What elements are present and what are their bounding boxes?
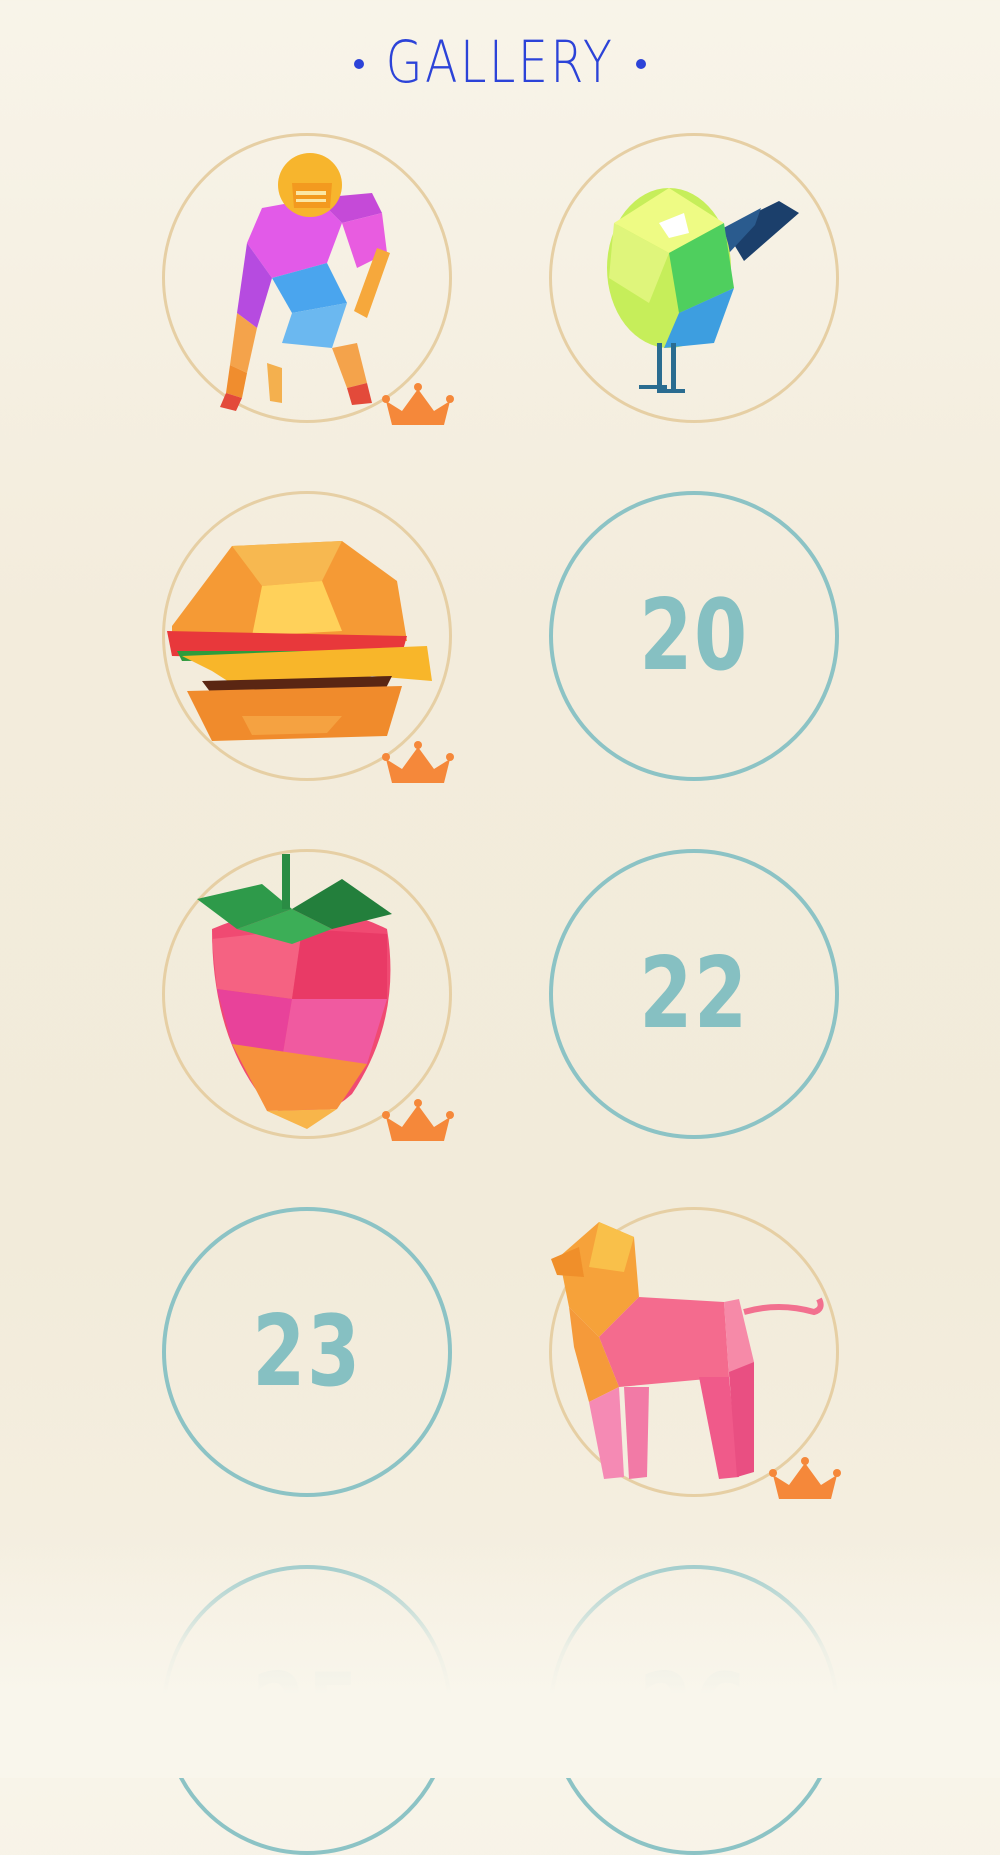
level-number: 23 — [252, 1295, 362, 1409]
level-tile-23[interactable]: 23 — [162, 1207, 452, 1497]
crown-icon — [382, 1099, 454, 1141]
page-title: GALLERY — [385, 28, 615, 96]
level-tile-20[interactable]: 20 — [549, 491, 839, 781]
crown-icon — [769, 1457, 841, 1499]
level-tile-football-player[interactable] — [162, 133, 454, 425]
level-tile-burger[interactable] — [162, 491, 454, 783]
level-tile-22[interactable]: 22 — [549, 849, 839, 1139]
level-tile-strawberry[interactable] — [162, 849, 454, 1141]
bottom-fade-overlay — [0, 1540, 1000, 1778]
crown-icon — [382, 383, 454, 425]
title-right-dot — [636, 59, 646, 69]
level-tile-bird[interactable] — [549, 133, 839, 423]
bird-art — [607, 188, 799, 393]
level-number: 22 — [639, 937, 749, 1051]
level-tile-lion[interactable] — [549, 1207, 841, 1499]
crown-icon — [382, 741, 454, 783]
level-number: 20 — [639, 579, 749, 693]
gallery-header: GALLERY — [0, 0, 1000, 130]
